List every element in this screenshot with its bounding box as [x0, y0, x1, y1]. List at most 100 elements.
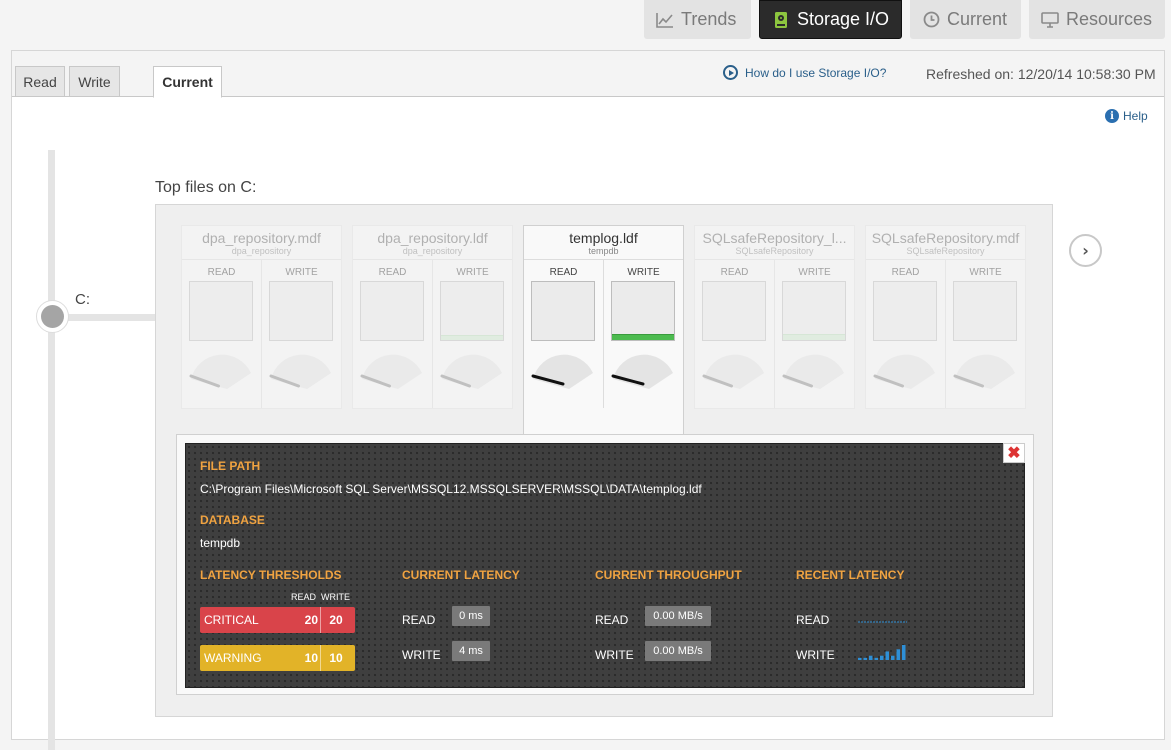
file-card[interactable]: SQLsafeRepository_l... SQLsafeRepository R…: [694, 225, 855, 409]
file-card[interactable]: templog.ldf tempdb READ WRITE: [523, 225, 684, 436]
nav-current-label: Current: [947, 9, 1008, 29]
read-label: READ: [207, 267, 236, 278]
nav-storage-io-label: Storage I/O: [797, 9, 890, 29]
drive-label: C:: [75, 291, 90, 308]
write-label: WRITE: [285, 267, 318, 278]
file-path-heading: FILE PATH: [200, 459, 261, 473]
clock-icon: [922, 11, 940, 29]
latency-write-value: 4 ms: [452, 641, 490, 661]
warning-threshold[interactable]: WARNING 10 10: [200, 645, 355, 671]
file-detail-panel: ✖ FILE PATH C:\Program Files\Microsoft S…: [185, 443, 1025, 688]
read-meter: READ: [524, 260, 603, 408]
read-gauge: [531, 354, 593, 389]
disk-icon: [772, 11, 790, 29]
write-level-box: [611, 281, 675, 341]
read-gauge: [189, 354, 251, 389]
write-label: WRITE: [969, 267, 1002, 278]
nav-trends-label: Trends: [681, 9, 737, 29]
timeline-connector: [56, 314, 156, 321]
write-gauge: [611, 354, 673, 389]
nav-storage-io-button[interactable]: Storage I/O: [759, 0, 902, 39]
warning-label: WARNING: [204, 651, 262, 665]
read-label: READ: [378, 267, 407, 278]
tab-read[interactable]: Read: [15, 66, 65, 97]
write-meter: WRITE: [775, 260, 854, 408]
write-level-box: [782, 281, 846, 341]
drive-node[interactable]: [36, 300, 69, 333]
monitor-icon: [1041, 11, 1059, 29]
file-card[interactable]: SQLsafeRepository.mdf SQLsafeRepository RE…: [865, 225, 1026, 409]
write-gauge: [269, 354, 331, 389]
latency-write-label: WRITE: [402, 648, 441, 662]
database-value: tempdb: [200, 536, 241, 550]
read-level-box: [360, 281, 424, 341]
threshold-write-column: WRITE: [321, 592, 350, 602]
nav-trends-button[interactable]: Trends: [644, 0, 751, 39]
throughput-read-label: READ: [595, 613, 629, 627]
read-meter: READ: [182, 260, 261, 408]
file-database: SQLsafeRepository: [735, 246, 814, 256]
read-level-box: [873, 281, 937, 341]
tab-current[interactable]: Current: [153, 66, 222, 98]
latency-read-label: READ: [402, 613, 436, 627]
read-label: READ: [720, 267, 749, 278]
write-label: WRITE: [456, 267, 489, 278]
read-level-box: [531, 281, 595, 341]
critical-label: CRITICAL: [204, 613, 259, 627]
sparkline-bar: [863, 657, 867, 660]
read-label: READ: [891, 267, 920, 278]
read-meter: READ: [695, 260, 774, 408]
write-meter: WRITE: [262, 260, 341, 408]
current-latency-heading: CURRENT LATENCY: [402, 568, 520, 582]
write-meter: WRITE: [946, 260, 1025, 408]
next-arrow-icon[interactable]: ›: [1069, 234, 1102, 267]
latency-read-value: 0 ms: [452, 606, 490, 626]
nav-resources-button[interactable]: Resources: [1029, 0, 1165, 39]
timeline-line: [48, 150, 55, 750]
top-nav: Trends Storage I/O Current Resources: [0, 0, 1171, 50]
thresholds-heading: LATENCY THRESHOLDS: [200, 568, 342, 582]
file-name: dpa_repository.mdf: [202, 230, 321, 246]
write-level-box: [269, 281, 333, 341]
file-card[interactable]: dpa_repository.mdf dpa_repository READ WRIT…: [181, 225, 342, 409]
file-database: dpa_repository: [231, 246, 292, 256]
write-meter: WRITE: [604, 260, 683, 408]
file-card[interactable]: dpa_repository.ldf dpa_repository READ WRIT…: [352, 225, 513, 409]
sparkline-bar: [902, 645, 906, 660]
info-icon: i: [1105, 109, 1119, 123]
close-icon[interactable]: ✖: [1003, 443, 1025, 463]
write-level-box: [440, 281, 504, 341]
file-database: tempdb: [588, 246, 619, 256]
recent-latency-heading: RECENT LATENCY: [796, 568, 905, 582]
current-throughput-heading: CURRENT THROUGHPUT: [595, 568, 742, 582]
tab-bar: Read Write Current How do I use Storage …: [12, 51, 1164, 98]
howto-label: How do I use Storage I/O?: [745, 65, 887, 80]
write-label: WRITE: [627, 267, 660, 278]
line-chart-icon: [656, 11, 674, 29]
write-level-box: [953, 281, 1017, 341]
help-link[interactable]: i Help: [1105, 109, 1148, 123]
sparkline-bar: [869, 655, 873, 660]
file-database: SQLsafeRepository: [906, 246, 985, 256]
howto-link[interactable]: How do I use Storage I/O?: [723, 65, 886, 80]
critical-read-value: 20: [304, 613, 318, 627]
file-name: SQLsafeRepository_l...: [702, 230, 847, 246]
throughput-write-label: WRITE: [595, 648, 634, 662]
refreshed-timestamp: Refreshed on: 12/20/14 10:58:30 PM: [926, 66, 1156, 82]
sparkline-bar: [896, 649, 900, 660]
critical-write-value: 20: [329, 613, 343, 627]
tab-write[interactable]: Write: [69, 66, 120, 97]
write-meter: WRITE: [433, 260, 512, 408]
file-path-value: C:\Program Files\Microsoft SQL Server\MS…: [200, 482, 702, 496]
write-label: WRITE: [798, 267, 831, 278]
read-meter: READ: [866, 260, 945, 408]
recent-read-sparkline: [858, 621, 907, 623]
play-icon: [723, 65, 738, 80]
sparkline-bar: [880, 655, 884, 660]
read-meter: READ: [353, 260, 432, 408]
file-name: templog.ldf: [569, 230, 638, 246]
nav-current-button[interactable]: Current: [910, 0, 1021, 39]
database-heading: DATABASE: [200, 513, 265, 527]
read-gauge: [873, 354, 935, 389]
critical-threshold[interactable]: CRITICAL 20 20: [200, 607, 355, 633]
